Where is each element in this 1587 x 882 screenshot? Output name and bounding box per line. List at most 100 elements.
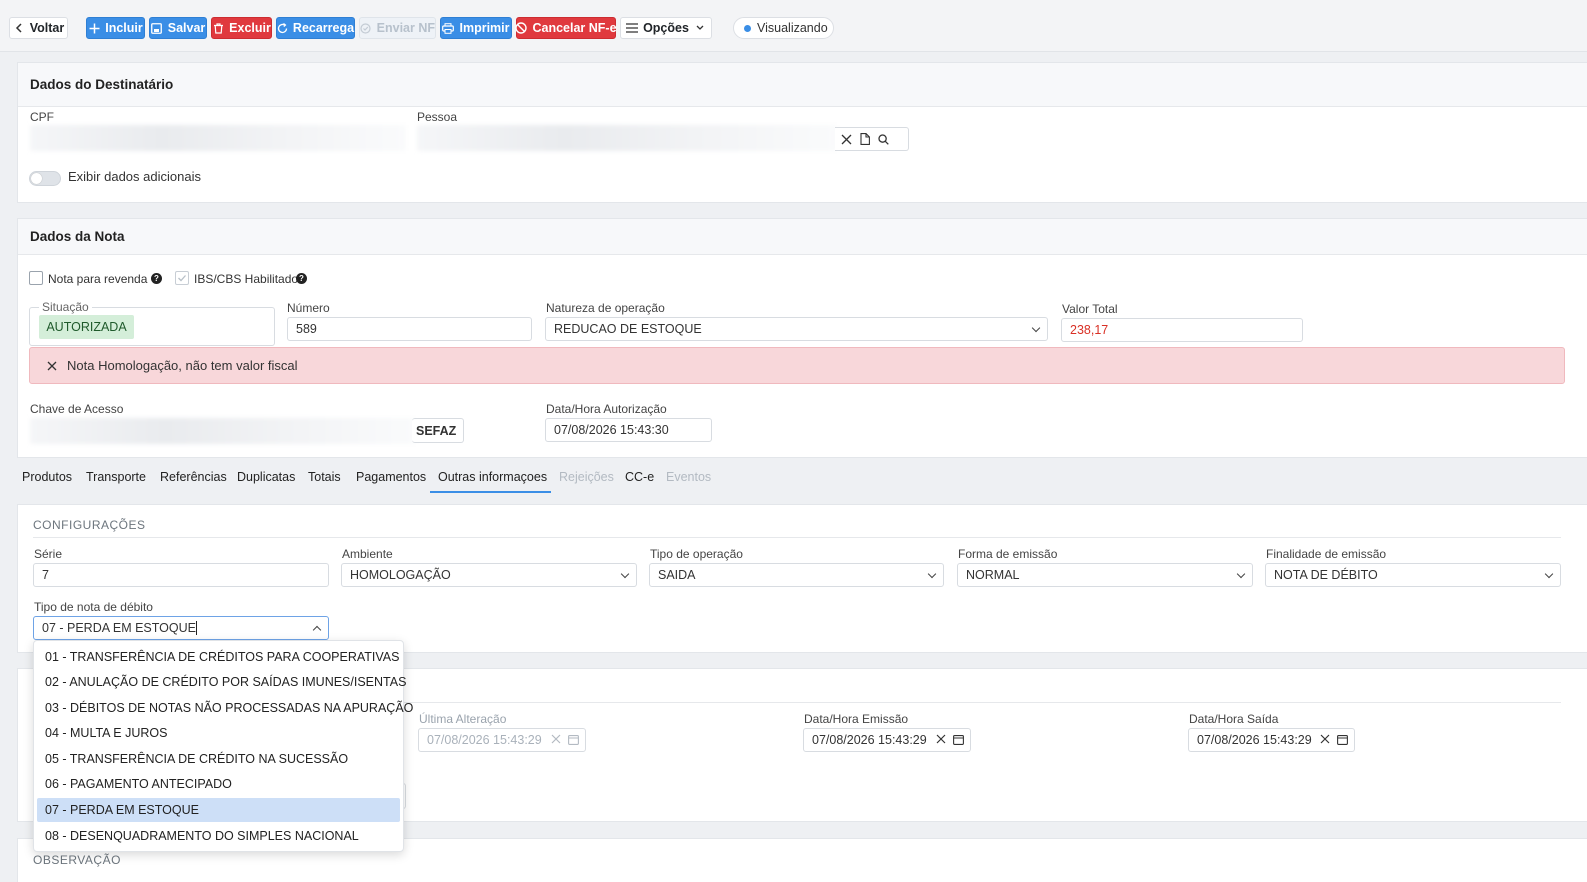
tab-rejeicoes[interactable]: Rejeições [559, 470, 614, 484]
send-icon [360, 22, 372, 34]
tab-referencias[interactable]: Referências [160, 470, 227, 484]
clear-icon[interactable] [841, 134, 852, 145]
tipo-debito-dropdown: 01 - TRANSFERÊNCIA DE CRÉDITOS PARA COOP… [33, 640, 413, 852]
ambiente-select[interactable]: HOMOLOGAÇÃO [341, 563, 637, 587]
chevron-down-icon [1544, 569, 1554, 579]
autorizacao-field[interactable]: 07/08/2026 15:43:30 [545, 418, 712, 442]
tab-cce[interactable]: CC-e [625, 470, 654, 484]
calendar-icon[interactable] [953, 734, 964, 745]
emissao-label: Data/Hora Emissão [804, 712, 909, 726]
status-dot-icon [744, 24, 751, 32]
tab-pagamentos[interactable]: Pagamentos [356, 470, 426, 484]
tipo-debito-label: Tipo de nota de débito [34, 600, 153, 614]
emissao-field[interactable]: 07/08/2026 15:43:29 [803, 728, 971, 752]
finalidade-label: Finalidade de emissão [1266, 547, 1387, 561]
chevron-down-icon [694, 22, 706, 34]
natureza-select[interactable]: REDUCAO DE ESTOQUE [545, 317, 1048, 341]
ban-icon [515, 22, 528, 34]
autorizacao-label: Data/Hora Autorização [546, 402, 667, 416]
tipo-debito-select[interactable]: 07 - PERDA EM ESTOQUE [33, 616, 329, 640]
revenda-label: Nota para revenda [48, 272, 148, 286]
clear-icon[interactable] [936, 734, 946, 745]
dropdown-option[interactable]: 02 - ANULAÇÃO DE CRÉDITO POR SAÍDAS IMUN… [37, 670, 406, 694]
serie-input[interactable]: 7 [33, 563, 329, 587]
tab-produtos[interactable]: Produtos [22, 470, 72, 484]
nota-title: Dados da Nota [18, 219, 1587, 255]
dropdown-option-selected[interactable]: 07 - PERDA EM ESTOQUE [37, 798, 400, 822]
divider [404, 702, 1561, 703]
numero-label: Número [287, 301, 330, 315]
tab-totais[interactable]: Totais [308, 470, 341, 484]
check-icon [178, 275, 186, 282]
delete-button[interactable]: Excluir [211, 17, 272, 39]
menu-icon [626, 22, 639, 34]
finalidade-select[interactable]: NOTA DE DÉBITO [1265, 563, 1561, 587]
tab-eventos[interactable]: Eventos [666, 470, 711, 484]
valor-label: Valor Total [1062, 302, 1118, 316]
refresh-icon [277, 22, 288, 34]
send-nf-button[interactable]: Enviar NF [359, 17, 436, 39]
print-button[interactable]: Imprimir [440, 17, 512, 39]
ultima-alteracao-label: Última Alteração [419, 712, 507, 726]
sefaz-button[interactable]: SEFAZ [412, 418, 464, 443]
printer-icon [442, 22, 455, 34]
cancel-nfe-button[interactable]: Cancelar NF-e [515, 17, 617, 39]
close-icon[interactable] [47, 361, 57, 371]
help-icon[interactable]: ? [296, 273, 307, 284]
pessoa-field[interactable] [417, 125, 837, 151]
clear-icon[interactable] [551, 734, 561, 745]
tab-outras-informacoes[interactable]: Outras informaçoes [438, 470, 547, 484]
help-icon[interactable]: ? [151, 273, 162, 284]
forma-emissao-select[interactable]: NORMAL [957, 563, 1253, 587]
dropdown-option[interactable]: 03 - DÉBITOS DE NOTAS NÃO PROCESSADAS NA… [37, 696, 413, 720]
saida-field[interactable]: 07/08/2026 15:43:29 [1188, 728, 1355, 752]
config-title: CONFIGURAÇÕES [33, 518, 146, 532]
additional-data-toggle[interactable] [29, 171, 61, 186]
chevron-down-icon [1031, 323, 1041, 333]
clear-icon[interactable] [1320, 734, 1330, 745]
revenda-checkbox[interactable] [29, 271, 43, 285]
numero-input[interactable]: 589 [287, 317, 532, 341]
document-icon[interactable] [860, 133, 870, 145]
plus-icon [88, 22, 100, 34]
situacao-badge: AUTORIZADA [39, 315, 134, 339]
back-button[interactable]: Voltar [9, 17, 68, 39]
chevron-left-icon [13, 22, 25, 34]
forma-emissao-label: Forma de emissão [958, 547, 1058, 561]
dropdown-option[interactable]: 06 - PAGAMENTO ANTECIPADO [37, 772, 400, 796]
tipo-operacao-select[interactable]: SAIDA [649, 563, 944, 587]
saida-label: Data/Hora Saída [1189, 712, 1279, 726]
chave-label: Chave de Acesso [30, 402, 124, 416]
chevron-up-icon [312, 625, 322, 635]
trash-icon [212, 22, 224, 34]
cpf-field[interactable] [30, 125, 406, 151]
toolbar: Voltar Incluir Salvar Excluir Recarrega … [0, 0, 1587, 52]
dropdown-option[interactable]: 05 - TRANSFERÊNCIA DE CRÉDITO NA SUCESSÃ… [37, 747, 400, 771]
reload-button[interactable]: Recarrega [276, 17, 355, 39]
add-button[interactable]: Incluir [86, 17, 145, 39]
valor-total-field[interactable]: 238,17 [1061, 318, 1303, 342]
tipo-operacao-label: Tipo de operação [650, 547, 743, 561]
options-button[interactable]: Opções [620, 17, 712, 39]
search-icon[interactable] [878, 133, 889, 145]
ambiente-label: Ambiente [342, 547, 393, 561]
text-cursor [195, 621, 197, 635]
situacao-label: Situação [39, 300, 92, 314]
dropdown-option[interactable]: 08 - DESENQUADRAMENTO DO SIMPLES NACIONA… [37, 824, 400, 848]
tab-bar: Produtos Transporte Referências Duplicat… [0, 462, 1587, 494]
ultima-alteracao-field[interactable]: 07/08/2026 15:43:29 [418, 728, 586, 752]
additional-data-label: Exibir dados adicionais [68, 169, 201, 184]
dropdown-option[interactable]: 01 - TRANSFERÊNCIA DE CRÉDITOS PARA COOP… [37, 645, 400, 669]
calendar-icon[interactable] [1337, 734, 1348, 745]
ibs-checkbox[interactable] [175, 271, 189, 285]
pessoa-label: Pessoa [417, 110, 458, 124]
save-button[interactable]: Salvar [149, 17, 207, 39]
divider [33, 537, 1561, 538]
tab-transporte[interactable]: Transporte [86, 470, 146, 484]
dropdown-option[interactable]: 04 - MULTA E JUROS [37, 721, 400, 745]
calendar-icon[interactable] [568, 734, 579, 745]
tab-duplicatas[interactable]: Duplicatas [237, 470, 295, 484]
floppy-icon [151, 22, 163, 34]
chave-field[interactable] [30, 418, 416, 444]
natureza-label: Natureza de operação [546, 301, 665, 315]
